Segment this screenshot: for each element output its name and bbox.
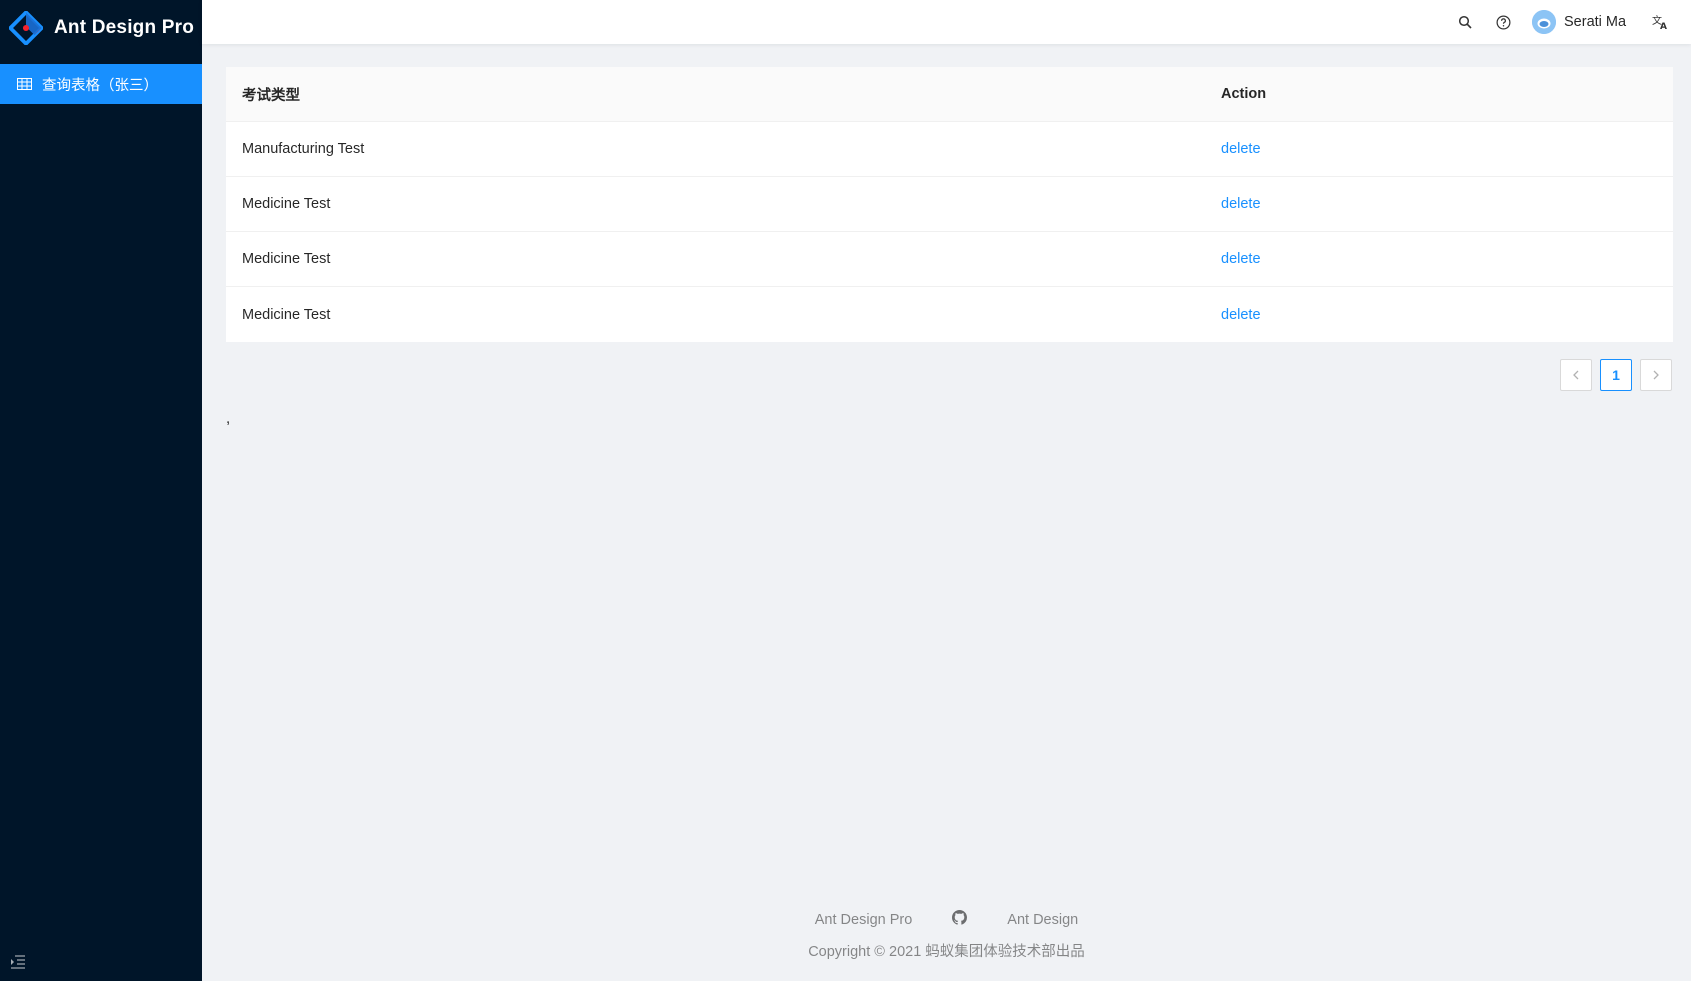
footer-link-ant-design-pro[interactable]: Ant Design Pro [815,912,913,928]
pagination-prev-button[interactable] [1560,359,1592,391]
cell-exam-type: Medicine Test [242,251,331,267]
table-header: 考试类型 Action [226,67,1673,122]
table-row: Medicine Test delete [226,287,1673,342]
translation-icon[interactable]: 文A [1649,11,1671,33]
column-header-action: Action [1221,86,1267,102]
delete-link[interactable]: delete [1221,251,1261,267]
delete-link[interactable]: delete [1221,307,1261,323]
search-icon[interactable] [1454,11,1476,33]
exam-table: 考试类型 Action Manufacturing Test delete Me… [226,67,1673,342]
pagination-page-1[interactable]: 1 [1600,359,1632,391]
delete-link[interactable]: delete [1221,141,1261,157]
top-header: Serati Ma 文A [202,0,1691,44]
sidebar-item-query-table[interactable]: 查询表格（张三） [0,64,202,104]
ant-design-logo-icon [9,11,43,45]
footer-link-ant-design[interactable]: Ant Design [1007,912,1078,928]
sidebar-item-label: 查询表格（张三） [42,77,158,94]
delete-link[interactable]: delete [1221,196,1261,212]
footer-links: Ant Design Pro Ant Design [202,910,1691,929]
app-title: Ant Design Pro [54,17,195,38]
pagination-next-button[interactable] [1640,359,1672,391]
stray-text: , [226,410,231,427]
right-arrow-icon [1653,370,1659,380]
cell-exam-type: Medicine Test [242,306,331,323]
column-header-exam-type: 考试类型 [242,87,300,104]
cell-exam-type: Manufacturing Test [242,141,365,157]
github-icon[interactable] [952,910,968,929]
table-row: Medicine Test delete [226,232,1673,287]
logo[interactable]: Ant Design Pro [0,0,202,56]
cell-exam-type: Medicine Test [242,196,331,212]
table-row: Manufacturing Test delete [226,122,1673,177]
question-circle-icon[interactable] [1492,11,1514,33]
footer-copyright: Copyright © 2021 蚂蚁集团体验技术部出品 [808,944,1085,960]
svg-text:A: A [1660,22,1667,30]
left-arrow-icon [1573,370,1579,380]
menu-fold-icon[interactable] [10,955,26,969]
user-name: Serati Ma [1564,14,1627,30]
sidebar: Ant Design Pro 查询表格（张三） [0,0,202,981]
user-menu[interactable]: Serati Ma [1532,8,1626,36]
table-icon [17,78,32,90]
table-row: Medicine Test delete [226,177,1673,232]
avatar [1532,10,1556,34]
